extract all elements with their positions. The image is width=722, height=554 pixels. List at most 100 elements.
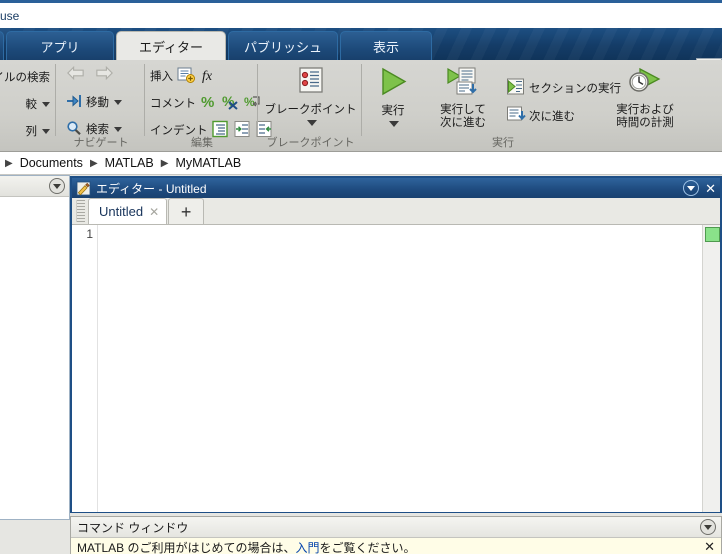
chevron-down-icon[interactable] (42, 101, 50, 107)
run-and-time-button[interactable]: 実行および 時間の計測 (607, 66, 683, 130)
ribbon-tab-publish[interactable]: パブリッシュ (228, 31, 338, 60)
ribbon-group-navigate: 移動 検索 ナビゲート (57, 60, 145, 151)
run-button[interactable]: 実行 (365, 66, 421, 127)
back-arrow-icon (65, 64, 86, 85)
editor-title-label: エディター - Untitled (96, 181, 207, 196)
breadcrumb-item-matlab[interactable]: MATLAB (103, 156, 156, 170)
code-analyzer-status-marker[interactable] (705, 227, 720, 242)
ribbon-tab-home-partial[interactable] (0, 31, 4, 60)
run-section-icon (506, 77, 526, 99)
editor-options-button[interactable] (683, 180, 700, 196)
svg-text:%: % (201, 94, 214, 111)
editor-line-number-gutter: 1 (72, 225, 98, 512)
ribbon-group-divider (257, 64, 258, 136)
ribbon-group-edit: 挿入 fx コメント % % % インデント 編集 (146, 60, 271, 151)
command-window-title: コマンド ウィンドウ (77, 520, 189, 535)
command-window-header: コマンド ウィンドウ (71, 517, 721, 538)
ribbon-group-navigate-title: ナビゲート (73, 137, 129, 149)
close-icon[interactable]: ✕ (149, 205, 159, 219)
breakpoint-icon (294, 66, 328, 102)
chevron-down-icon[interactable] (389, 121, 399, 127)
chevron-down-icon (704, 524, 712, 530)
ribbon-tab-view[interactable]: 表示 (340, 31, 432, 60)
ribbon-item-goto-label: 移動 (86, 97, 109, 109)
ribbon-group-divider (144, 64, 145, 136)
ribbon-tab-editor[interactable]: エディター (116, 31, 226, 60)
breadcrumb-separator: ▶ (160, 157, 169, 169)
current-folder-panel (0, 175, 70, 520)
window-title-strip: use (0, 0, 722, 28)
comment-icon[interactable]: % (199, 93, 218, 114)
editor-close-button[interactable]: ✕ (705, 182, 716, 195)
ribbon-group-divider (55, 64, 56, 136)
chevron-down-icon (53, 183, 61, 189)
ribbon-item-compare-label: 較 (25, 99, 38, 111)
chevron-down-icon[interactable] (42, 128, 50, 134)
ribbon-body: イルの検索 較 列 (0, 60, 722, 152)
breadcrumb-item-documents[interactable]: Documents (18, 156, 85, 170)
command-window-notice: MATLAB のご利用がはじめての場合は、 入門 をご覧ください。 ✕ (71, 538, 721, 554)
ribbon-nav-arrows (65, 64, 115, 85)
advance-icon (506, 105, 526, 127)
function-icon[interactable]: fx (199, 66, 217, 87)
ribbon-item-goto[interactable]: 移動 (65, 91, 122, 113)
ribbon-group-file: イルの検索 較 列 (0, 60, 56, 151)
editor-icon (76, 180, 91, 196)
new-document-tab-button[interactable]: + (168, 198, 205, 224)
ribbon-item-insert[interactable]: 挿入 fx (150, 65, 217, 87)
run-section-button[interactable]: セクションの実行 (506, 77, 621, 99)
command-window-notice-prefix: MATLAB のご利用がはじめての場合は、 (77, 540, 296, 554)
editor-vertical-scrollbar[interactable] (702, 225, 720, 512)
panel-options-button[interactable] (49, 178, 65, 194)
ribbon-tab-bar: アプリ エディター パブリッシュ 表示 (0, 28, 722, 60)
ribbon-group-edit-title: 編集 (191, 137, 213, 149)
chevron-down-icon[interactable] (114, 99, 122, 105)
run-and-time-label-line1: 実行および (616, 104, 674, 116)
run-advance-icon (445, 66, 481, 102)
chevron-down-icon[interactable] (114, 126, 122, 132)
editor-code-area[interactable] (98, 225, 702, 512)
breakpoints-button-label: ブレークポイント (264, 104, 357, 116)
line-number: 1 (86, 227, 93, 241)
ribbon-group-divider (361, 64, 362, 136)
ribbon-group-run-title: 実行 (492, 137, 514, 149)
ribbon-item-comment[interactable]: コメント % % % (150, 92, 263, 114)
editor-document-tabs: Untitled ✕ + (72, 198, 720, 225)
ribbon-item-compare[interactable]: 較 (25, 93, 50, 115)
document-tab-untitled[interactable]: Untitled ✕ (88, 198, 168, 224)
tab-drag-grip[interactable] (76, 200, 85, 222)
command-window-actions (700, 517, 716, 537)
command-window-options-button[interactable] (700, 519, 716, 535)
run-and-advance-label-line1: 実行して (440, 104, 486, 116)
ribbon-item-comment-label: コメント (150, 98, 196, 110)
notice-close-button[interactable]: ✕ (704, 539, 715, 554)
getting-started-link[interactable]: 入門 (295, 539, 319, 554)
run-and-time-label-line2: 時間の計測 (616, 117, 674, 129)
current-folder-panel-header (0, 176, 69, 197)
run-and-advance-label-line2: 次に進む (440, 117, 486, 129)
ribbon-group-breakpoints: ブレークポイント ブレークポイント (259, 60, 362, 151)
breakpoints-button[interactable]: ブレークポイント (259, 66, 362, 126)
goto-icon (65, 93, 83, 112)
ribbon-item-find-files[interactable]: イルの検索 (0, 66, 50, 88)
breadcrumb[interactable]: ▶ Documents ▶ MATLAB ▶ MyMATLAB (0, 152, 722, 175)
ribbon-item-print-label: 列 (25, 126, 38, 138)
uncomment-icon[interactable]: % (221, 93, 240, 114)
command-window-notice-suffix: をご覧ください。 (319, 540, 416, 554)
ribbon-item-print[interactable]: 列 (25, 120, 50, 142)
ribbon-tab-apps[interactable]: アプリ (6, 31, 114, 60)
command-window-panel: コマンド ウィンドウ MATLAB のご利用がはじめての場合は、 入門 をご覧く… (70, 516, 722, 554)
chevron-down-icon[interactable] (306, 120, 317, 126)
document-tab-label: Untitled (99, 204, 144, 219)
advance-label: 次に進む (529, 111, 575, 123)
breadcrumb-item-mymatlab[interactable]: MyMATLAB (173, 156, 243, 170)
svg-text:fx: fx (202, 69, 213, 84)
insert-icon[interactable] (176, 66, 196, 87)
ribbon-item-insert-label: 挿入 (150, 71, 173, 83)
run-and-advance-button[interactable]: 実行して 次に進む (425, 66, 501, 130)
advance-button[interactable]: 次に進む (506, 105, 575, 127)
editor-title-bar: エディター - Untitled ✕ (72, 178, 720, 198)
editor-panel: エディター - Untitled ✕ Untitled ✕ + 1 (70, 176, 722, 513)
forward-arrow-icon (94, 64, 115, 85)
run-icon (375, 66, 411, 102)
